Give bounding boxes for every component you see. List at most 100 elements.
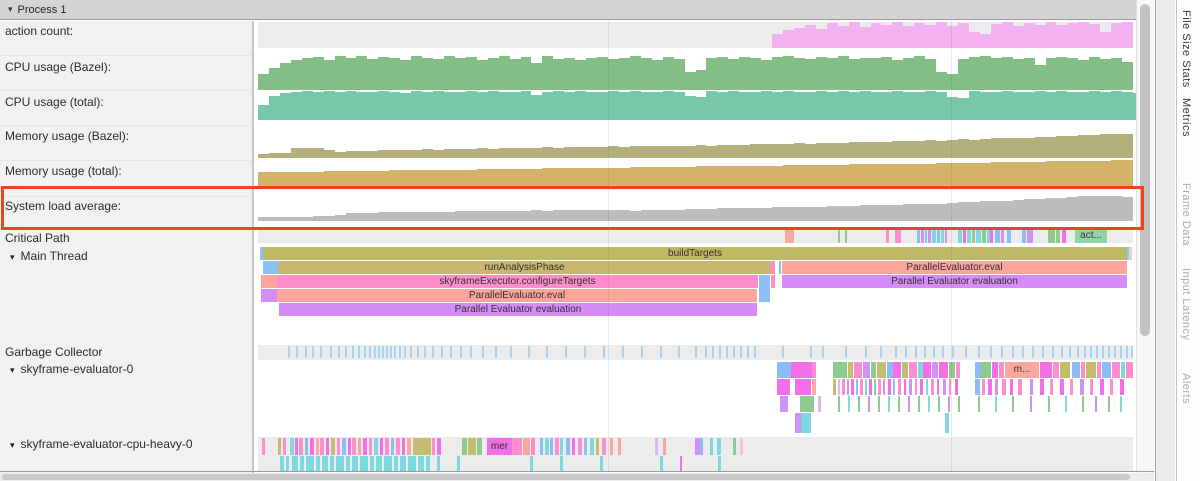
critical-path-slice[interactable] [945, 229, 947, 243]
gc-event-tick[interactable] [865, 346, 867, 358]
gc-event-tick[interactable] [410, 346, 412, 358]
cpu-heavy-slice[interactable] [426, 456, 430, 471]
counter-track-action-count[interactable] [258, 22, 1133, 48]
vertical-scrollbar-thumb[interactable] [1140, 4, 1150, 336]
gc-event-tick[interactable] [1077, 346, 1079, 358]
main-thread-span[interactable]: Parallel Evaluator evaluation [279, 303, 757, 316]
gc-event-tick[interactable] [641, 346, 643, 358]
skyframe-evaluator-0-slice[interactable] [838, 396, 840, 412]
skyframe-evaluator-0-slice[interactable] [1070, 379, 1073, 395]
cpu-heavy-slice[interactable] [545, 438, 549, 455]
skyframe-evaluator-0-slice[interactable] [898, 396, 900, 412]
cpu-heavy-slice[interactable] [408, 456, 416, 471]
skyframe-evaluator-0-slice[interactable] [1012, 396, 1014, 412]
skyframe-evaluator-0-slice[interactable] [812, 379, 816, 395]
main-thread-span[interactable] [263, 261, 278, 274]
skyframe-evaluator-0-slice[interactable] [1095, 396, 1097, 412]
cpu-heavy-slice[interactable] [710, 438, 713, 455]
main-thread-span[interactable]: ParallelEvaluator.eval [277, 289, 757, 302]
skyframe-evaluator-0-slice[interactable] [1108, 396, 1110, 412]
gc-event-tick[interactable] [386, 346, 388, 358]
cpu-heavy-slice[interactable] [413, 438, 431, 455]
gc-event-tick[interactable] [528, 346, 530, 358]
cpu-heavy-slice[interactable] [262, 438, 265, 455]
cpu-heavy-slice[interactable] [437, 456, 440, 471]
gc-event-tick[interactable] [417, 346, 419, 358]
skyframe-evaluator-0-slice[interactable] [1010, 379, 1013, 395]
cpu-heavy-slice[interactable] [290, 438, 294, 455]
critical-path-slice[interactable] [1022, 229, 1026, 243]
horizontal-scrollbar-thumb[interactable] [2, 474, 1130, 480]
cpu-heavy-slice[interactable] [278, 438, 281, 455]
cpu-heavy-slice[interactable] [437, 438, 441, 455]
cpu-heavy-slice[interactable] [596, 438, 599, 455]
skyframe-evaluator-0-slice[interactable] [995, 379, 998, 395]
counter-track-memory-usage-total-[interactable] [258, 158, 1133, 187]
gc-event-tick[interactable] [678, 346, 680, 358]
skyframe-evaluator-0-slice[interactable] [920, 379, 923, 395]
main-thread-span[interactable] [261, 289, 277, 302]
gc-event-tick[interactable] [470, 346, 472, 358]
main-thread-span[interactable]: Parallel Evaluator evaluation [782, 275, 1127, 288]
critical-path-slice[interactable] [1048, 229, 1055, 243]
cpu-heavy-slice[interactable] [280, 456, 284, 471]
skyframe-evaluator-0-slice[interactable] [795, 379, 811, 395]
cpu-heavy-labeled-slice[interactable]: mer [487, 438, 512, 455]
cpu-heavy-slice[interactable] [330, 456, 334, 471]
skyframe-evaluator-0-slice[interactable] [937, 379, 939, 395]
gc-event-tick[interactable] [345, 346, 347, 358]
skyframe-evaluator-0-slice[interactable] [856, 379, 858, 395]
critical-path-slice[interactable] [932, 229, 936, 243]
cpu-heavy-slice[interactable] [400, 456, 406, 471]
gc-event-tick[interactable] [495, 346, 497, 358]
gc-event-tick[interactable] [460, 346, 462, 358]
cpu-heavy-slice[interactable] [331, 438, 335, 455]
skyframe-evaluator-0-slice[interactable] [1120, 379, 1124, 395]
critical-path-slice[interactable] [921, 229, 924, 243]
skyframe-evaluator-0-slice[interactable] [908, 396, 910, 412]
skyframe-evaluator-0-slice[interactable] [928, 396, 930, 412]
cpu-heavy-slice[interactable] [540, 438, 543, 455]
gc-event-tick[interactable] [432, 346, 434, 358]
gc-event-tick[interactable] [482, 346, 484, 358]
skyframe-evaluator-0-slice[interactable] [939, 362, 948, 378]
skyframe-evaluator-0-slice[interactable] [902, 362, 908, 378]
gc-event-tick[interactable] [822, 346, 824, 358]
skyframe-evaluator-0-slice[interactable] [1090, 379, 1093, 395]
skyframe-evaluator-0-slice[interactable] [851, 379, 854, 395]
cpu-heavy-slice[interactable] [718, 456, 721, 471]
gc-event-tick[interactable] [352, 346, 354, 358]
gc-event-tick[interactable] [705, 346, 707, 358]
skyframe-evaluator-0-slice[interactable] [877, 362, 886, 378]
cpu-heavy-slice[interactable] [310, 438, 314, 455]
skyframe-evaluator-0-slice[interactable] [888, 379, 891, 395]
gc-event-tick[interactable] [1096, 346, 1098, 358]
gc-event-tick[interactable] [1126, 346, 1128, 358]
counter-track-memory-usage-bazel-[interactable] [258, 126, 1133, 158]
gc-event-tick[interactable] [364, 346, 366, 358]
skyframe-evaluator-0-slice[interactable] [982, 379, 985, 395]
gc-event-tick[interactable] [905, 346, 907, 358]
sidebar-tab-metrics[interactable]: Metrics [1180, 98, 1192, 137]
cpu-heavy-slice[interactable] [584, 438, 587, 455]
cpu-heavy-slice[interactable] [316, 438, 319, 455]
skyframe-evaluator-0-slice[interactable] [1048, 396, 1050, 412]
skyframe-evaluator-0-slice[interactable] [1086, 362, 1096, 378]
critical-path-slice[interactable] [1062, 229, 1066, 243]
cpu-heavy-slice[interactable] [320, 438, 324, 455]
skyframe-evaluator-0-slice[interactable] [1102, 362, 1111, 378]
gc-event-tick[interactable] [450, 346, 452, 358]
critical-path-slice[interactable] [845, 229, 847, 243]
expand-arrow-icon[interactable]: ▾ [10, 365, 15, 375]
cpu-heavy-slice[interactable] [295, 438, 298, 455]
critical-path-slice[interactable] [958, 229, 962, 243]
skyframe-evaluator-0-slice[interactable] [943, 379, 946, 395]
cpu-heavy-slice[interactable] [300, 456, 304, 471]
cpu-heavy-slice[interactable] [680, 456, 682, 471]
cpu-heavy-slice[interactable] [384, 456, 392, 471]
gc-event-tick[interactable] [1052, 346, 1054, 358]
gc-event-tick[interactable] [338, 346, 340, 358]
skyframe-evaluator-0-slice[interactable] [915, 379, 917, 395]
skyframe-evaluator-0-slice[interactable] [871, 362, 876, 378]
skyframe-evaluator-0-slice[interactable] [923, 362, 931, 378]
